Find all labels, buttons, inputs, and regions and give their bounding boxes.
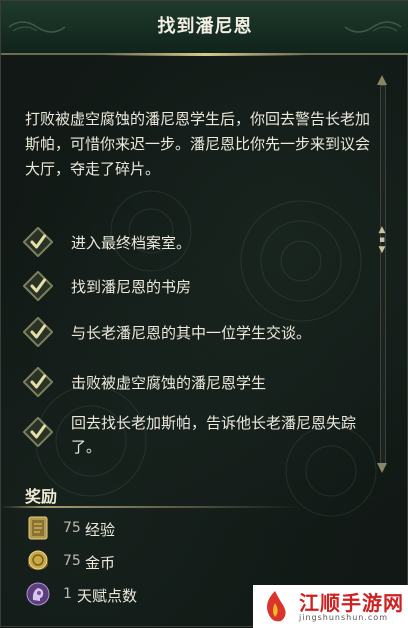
talent-point-icon bbox=[26, 582, 50, 606]
quest-description: 打败被虚空腐蚀的潘尼恩学生后，你回去警告长老加斯帕，可惜你来迟一步。潘尼恩比你先… bbox=[25, 110, 371, 178]
objective-text: 进入最终档案室。 bbox=[71, 234, 192, 252]
reward-talent: 1 天赋点数 bbox=[25, 581, 225, 609]
checkmark-icon bbox=[23, 317, 53, 347]
reward-xp: 75 经验 bbox=[25, 515, 225, 543]
quest-title: 找到潘尼恩 bbox=[157, 16, 253, 37]
reward-gold-value: 75 bbox=[63, 553, 81, 569]
scroll-thumb[interactable]: ▲ ▪ ▼ bbox=[378, 225, 386, 285]
objective-item: 回去找长老加斯帕，告诉他长老潘尼恩失踪了。 bbox=[23, 413, 363, 461]
watermark-name: 江顺手游网 bbox=[299, 591, 404, 615]
quest-panel: 找到潘尼恩 打败被虚空腐蚀的潘尼恩学生后，你回去警告长老加斯帕，可惜你来迟一步。… bbox=[0, 0, 408, 628]
rewards-heading: 奖励 bbox=[25, 487, 58, 506]
site-logo-icon bbox=[267, 591, 286, 622]
checkmark-icon bbox=[23, 271, 53, 301]
checkmark-icon bbox=[23, 227, 53, 257]
checkmark-icon bbox=[23, 417, 53, 447]
scrollbar[interactable]: ▲ ▪ ▼ bbox=[375, 75, 389, 473]
gold-coin-icon bbox=[28, 550, 48, 570]
xp-book-icon bbox=[28, 516, 48, 540]
reward-talent-value: 1 bbox=[63, 586, 72, 602]
reward-xp-value: 75 bbox=[63, 520, 81, 536]
reward-gold: 75 金币 bbox=[25, 548, 225, 576]
watermark-url: jingshunshun.com bbox=[299, 613, 388, 622]
checkmark-icon bbox=[23, 367, 53, 397]
reward-gold-label: 金币 bbox=[85, 554, 116, 572]
objective-item: 进入最终档案室。 bbox=[23, 227, 363, 257]
scroll-top-cap-icon bbox=[377, 75, 387, 85]
rewards-divider bbox=[1, 506, 301, 508]
objective-item: 找到潘尼恩的书房 bbox=[23, 271, 363, 301]
site-watermark: 江顺手游网 jingshunshun.com bbox=[253, 585, 408, 628]
reward-xp-label: 经验 bbox=[85, 521, 116, 539]
reward-talent-label: 天赋点数 bbox=[77, 587, 138, 605]
objective-text: 找到潘尼恩的书房 bbox=[71, 278, 192, 296]
objective-text: 回去找长老加斯帕，告诉他长老潘尼恩失踪了。 bbox=[71, 414, 357, 456]
scroll-bottom-cap-icon bbox=[377, 463, 387, 473]
title-divider bbox=[103, 53, 307, 56]
objective-item: 击败被虚空腐蚀的潘尼恩学生 bbox=[23, 367, 363, 397]
quest-header: 找到潘尼恩 bbox=[1, 1, 408, 56]
objective-text: 击败被虚空腐蚀的潘尼恩学生 bbox=[71, 374, 267, 392]
objective-text: 与长老潘尼恩的其中一位学生交谈。 bbox=[71, 324, 312, 342]
objective-item: 与长老潘尼恩的其中一位学生交谈。 bbox=[23, 317, 363, 347]
